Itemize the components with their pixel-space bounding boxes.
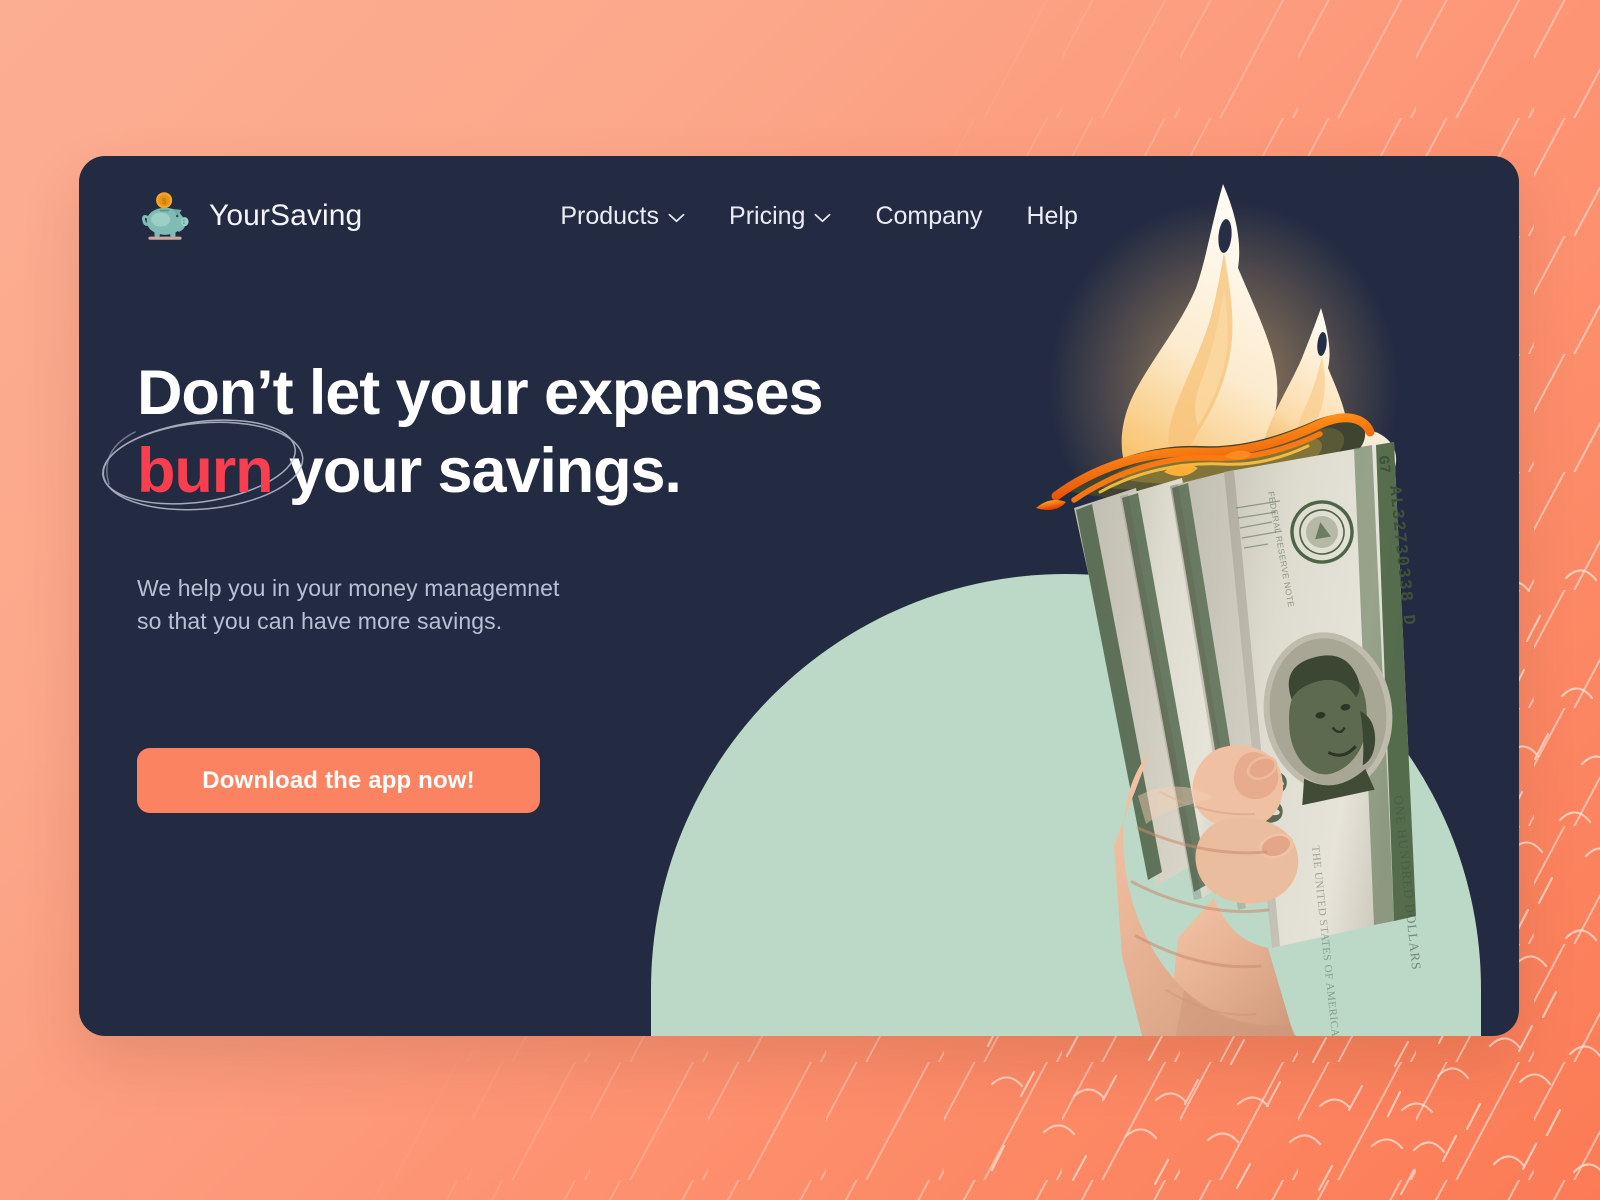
chevron-down-icon	[814, 213, 831, 223]
hero-card: $ YourSaving Products Pricing Company He…	[79, 156, 1519, 1036]
headline-highlight-burn: burn	[137, 436, 274, 506]
brand-name: YourSaving	[209, 199, 363, 232]
nav-item-company-label: Company	[875, 201, 983, 230]
headline-line-2: burn your savings.	[102, 419, 937, 511]
bill-plate-code: G7	[1374, 455, 1393, 475]
nav-item-pricing-label: Pricing	[729, 201, 806, 230]
site-header: $ YourSaving Products Pricing Company He…	[79, 156, 1519, 276]
bill-serial-number: AL32730338 D	[1384, 485, 1418, 628]
piggy-bank-icon: $	[142, 192, 189, 240]
nav-item-products-label: Products	[560, 201, 660, 230]
nav-item-products[interactable]: Products	[538, 194, 707, 239]
download-app-button[interactable]: Download the app now!	[137, 748, 540, 813]
chevron-down-icon	[668, 213, 685, 223]
nav-item-company[interactable]: Company	[853, 194, 1004, 239]
hero-subcopy-line-1: We help you in your money managemnet	[137, 575, 560, 601]
nav-item-help-label: Help	[1026, 201, 1078, 230]
headline-line-2-rest: your savings.	[272, 436, 682, 506]
hero-subcopy: We help you in your money managemnet so …	[137, 572, 937, 638]
nav-item-help[interactable]: Help	[1004, 194, 1099, 239]
nav-item-pricing[interactable]: Pricing	[707, 194, 853, 239]
main-nav: Products Pricing Company Help	[538, 194, 1100, 239]
svg-text:$: $	[162, 197, 167, 206]
hero-content: Don’t let your expenses burn your saving…	[102, 356, 937, 813]
page-title: Don’t let your expenses burn your saving…	[102, 356, 937, 511]
brand-logo[interactable]: $ YourSaving	[137, 188, 362, 244]
svg-text:FEDERAL RESERVE NOTE: FEDERAL RESERVE NOTE	[1266, 491, 1296, 609]
page-root: $ YourSaving Products Pricing Company He…	[0, 0, 1600, 1200]
hero-subcopy-line-2: so that you can have more savings.	[137, 608, 503, 634]
headline-line-1: Don’t let your expenses	[137, 358, 823, 428]
